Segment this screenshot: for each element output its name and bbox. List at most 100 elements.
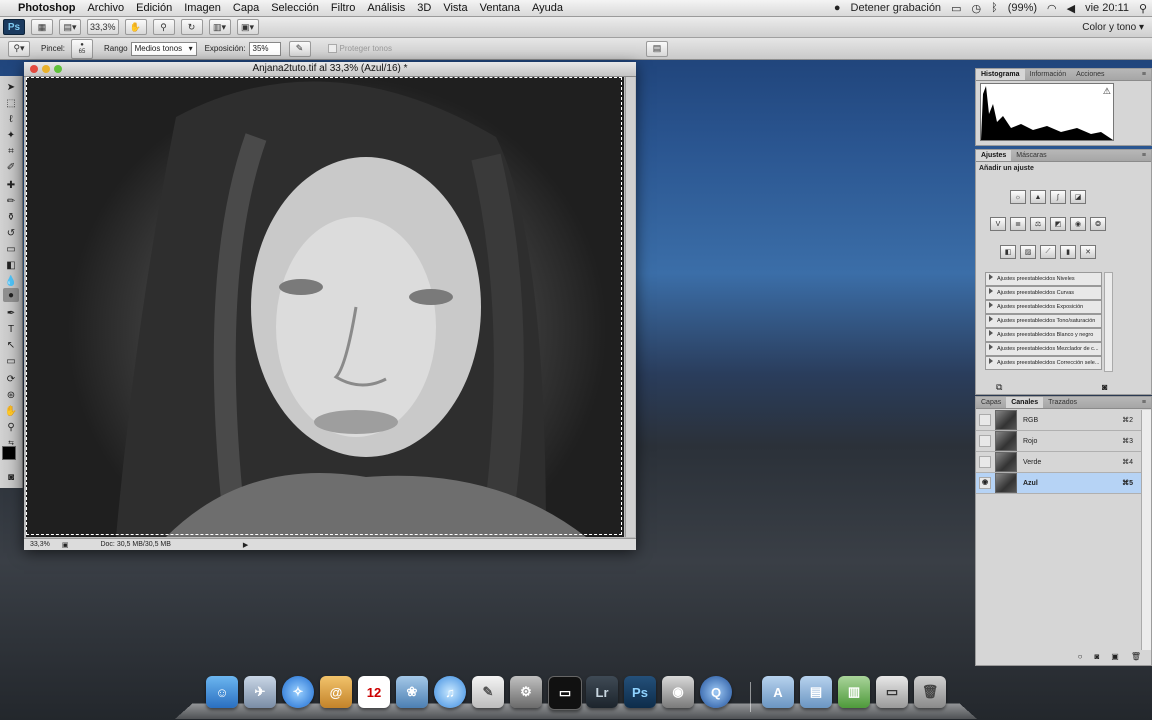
quick-mask-icon[interactable]: ◙ — [3, 470, 19, 484]
visibility-toggle[interactable] — [979, 435, 991, 447]
menu-capa[interactable]: Capa — [227, 2, 265, 14]
presets-scrollbar[interactable] — [1104, 272, 1113, 372]
panel-toggle-icon[interactable]: ▤ — [646, 40, 668, 57]
eye-icon[interactable]: ◉ — [979, 477, 991, 489]
screenshot-stack-icon[interactable]: ▭ — [876, 676, 908, 708]
hand-icon[interactable]: ✋ — [124, 19, 147, 35]
brightness-contrast-icon[interactable]: ☼ — [1010, 190, 1026, 204]
record-icon[interactable]: ● — [829, 2, 846, 14]
view-extras-icon[interactable]: ▤▾ — [59, 19, 81, 35]
applications-folder-icon[interactable]: A — [762, 676, 794, 708]
crop-tool-icon[interactable]: ⌗ — [3, 144, 19, 158]
lasso-tool-icon[interactable]: ℓ — [3, 112, 19, 126]
zoom-tool-icon[interactable]: ⚲ — [3, 420, 19, 434]
display-icon[interactable]: ▭ — [946, 2, 966, 15]
time-machine-icon[interactable]: ◷ — [966, 2, 986, 15]
channel-row-verde[interactable]: Verde ⌘4 — [976, 452, 1141, 473]
photoshop-icon[interactable]: Ps — [624, 676, 656, 708]
system-preferences-icon[interactable]: ⚙ — [510, 676, 542, 708]
battery-label[interactable]: (99%) — [1003, 2, 1042, 14]
safari-icon[interactable]: ✧ — [282, 676, 314, 708]
tool-preset-picker[interactable]: ⚲▾ — [8, 40, 30, 57]
airbrush-icon[interactable]: ✎ — [288, 40, 311, 57]
clone-stamp-tool-icon[interactable]: ⚱ — [3, 210, 19, 224]
photo-filter-icon[interactable]: ◉ — [1070, 217, 1086, 231]
rotate-view-icon[interactable]: ↻ — [180, 19, 203, 35]
eyedropper-tool-icon[interactable]: ✐ — [3, 160, 19, 174]
vibrance-icon[interactable]: V — [990, 217, 1006, 231]
menu-app[interactable]: Photoshop — [12, 2, 81, 14]
status-menu-icon[interactable]: ▣ — [56, 541, 75, 549]
visibility-toggle[interactable] — [979, 456, 991, 468]
gradient-map-icon[interactable]: ▮ — [1060, 245, 1076, 259]
menu-archivo[interactable]: Archivo — [81, 2, 130, 14]
textedit-icon[interactable]: ✎ — [472, 676, 504, 708]
camera-preset-icon[interactable]: ◙ — [1102, 382, 1107, 392]
hue-saturation-icon[interactable]: ≣ — [1010, 217, 1026, 231]
move-tool-icon[interactable]: ➤ — [3, 80, 19, 94]
workspace-switcher[interactable]: Color y tono ▾ — [1082, 22, 1144, 33]
document-title-bar[interactable]: Anjana2tuto.tif al 33,3% (Azul/16) * — [24, 62, 636, 77]
color-balance-icon[interactable]: ⚖ — [1030, 217, 1046, 231]
vertical-scrollbar[interactable] — [625, 77, 635, 537]
stop-recording-label[interactable]: Detener grabación — [846, 2, 947, 14]
range-select[interactable]: Medios tonos ▾ — [130, 41, 197, 56]
tab-ajustes[interactable]: Ajustes — [976, 150, 1012, 161]
clip-to-layer-icon[interactable]: ⧉ — [996, 382, 1002, 393]
preset-hue-saturation[interactable]: Ajustes preestablecidos Tono/saturación — [985, 314, 1102, 328]
3d-orbit-tool-icon[interactable]: ⊛ — [3, 388, 19, 402]
channel-row-azul[interactable]: ◉ Azul ⌘5 — [976, 473, 1141, 494]
channel-row-rojo[interactable]: Rojo ⌘3 — [976, 431, 1141, 452]
type-tool-icon[interactable]: T — [3, 322, 19, 336]
minimize-window-icon[interactable] — [42, 65, 50, 73]
menu-analisis[interactable]: Análisis — [361, 2, 411, 14]
menu-vista[interactable]: Vista — [437, 2, 473, 14]
channel-mixer-icon[interactable]: ❂ — [1090, 217, 1106, 231]
menu-imagen[interactable]: Imagen — [178, 2, 227, 14]
tab-canales[interactable]: Canales — [1006, 397, 1044, 408]
3d-rotate-tool-icon[interactable]: ⟳ — [3, 372, 19, 386]
tab-mascaras[interactable]: Máscaras — [1011, 150, 1051, 161]
iphoto-icon[interactable]: ❀ — [396, 676, 428, 708]
foreground-color-swatch[interactable] — [2, 446, 16, 460]
clock-label[interactable]: vie 20:11 — [1080, 2, 1134, 14]
menu-seleccion[interactable]: Selección — [265, 2, 325, 14]
image-capture-icon[interactable]: ◉ — [662, 676, 694, 708]
threshold-icon[interactable]: ⟋ — [1040, 245, 1056, 259]
lightroom-icon[interactable]: Lr — [586, 676, 618, 708]
preset-exposure[interactable]: Ajustes preestablecidos Exposición — [985, 300, 1102, 314]
dodge-tool-icon[interactable]: ● — [3, 288, 19, 302]
zoom-level-select[interactable]: 33,3% — [87, 19, 119, 35]
menu-filtro[interactable]: Filtro — [325, 2, 361, 14]
tab-informacion[interactable]: Información — [1025, 69, 1072, 80]
ical-icon[interactable]: 12 — [358, 676, 390, 708]
zoom-readout[interactable]: 33,3% — [24, 541, 56, 548]
eraser-tool-icon[interactable]: ▭ — [3, 242, 19, 256]
close-window-icon[interactable] — [30, 65, 38, 73]
bridge-icon[interactable]: ▦ — [31, 19, 53, 35]
panel-menu-icon[interactable]: ≡ — [1137, 69, 1151, 80]
panel-menu-icon[interactable]: ≡ — [1137, 397, 1151, 408]
healing-brush-tool-icon[interactable]: ✚ — [3, 178, 19, 192]
hand-tool-icon[interactable]: ✋ — [3, 404, 19, 418]
wifi-icon[interactable]: ◠ — [1042, 2, 1062, 15]
delete-channel-icon[interactable]: 🗑 — [1131, 652, 1141, 664]
menu-ayuda[interactable]: Ayuda — [526, 2, 569, 14]
tab-capas[interactable]: Capas — [976, 397, 1006, 408]
pen-tool-icon[interactable]: ✒ — [3, 306, 19, 320]
history-brush-tool-icon[interactable]: ↺ — [3, 226, 19, 240]
brush-tool-icon[interactable]: ✏ — [3, 194, 19, 208]
protect-tones-checkbox[interactable]: Proteger tonos — [327, 44, 392, 53]
gradient-tool-icon[interactable]: ◧ — [3, 258, 19, 272]
menu-edicion[interactable]: Edición — [130, 2, 178, 14]
bluetooth-icon[interactable]: ᛒ — [986, 2, 1003, 14]
path-selection-tool-icon[interactable]: ↖ — [3, 338, 19, 352]
screen-mode-icon[interactable]: ▣▾ — [236, 19, 259, 35]
selective-color-icon[interactable]: ✕ — [1080, 245, 1096, 259]
panel-menu-icon[interactable]: ≡ — [1137, 150, 1151, 161]
brush-picker[interactable]: ● 65 — [71, 38, 94, 59]
invert-icon[interactable]: ◧ — [1000, 245, 1016, 259]
marquee-tool-icon[interactable]: ⬚ — [3, 96, 19, 110]
tab-trazados[interactable]: Trazados — [1043, 397, 1082, 408]
zoom-window-icon[interactable] — [54, 65, 62, 73]
